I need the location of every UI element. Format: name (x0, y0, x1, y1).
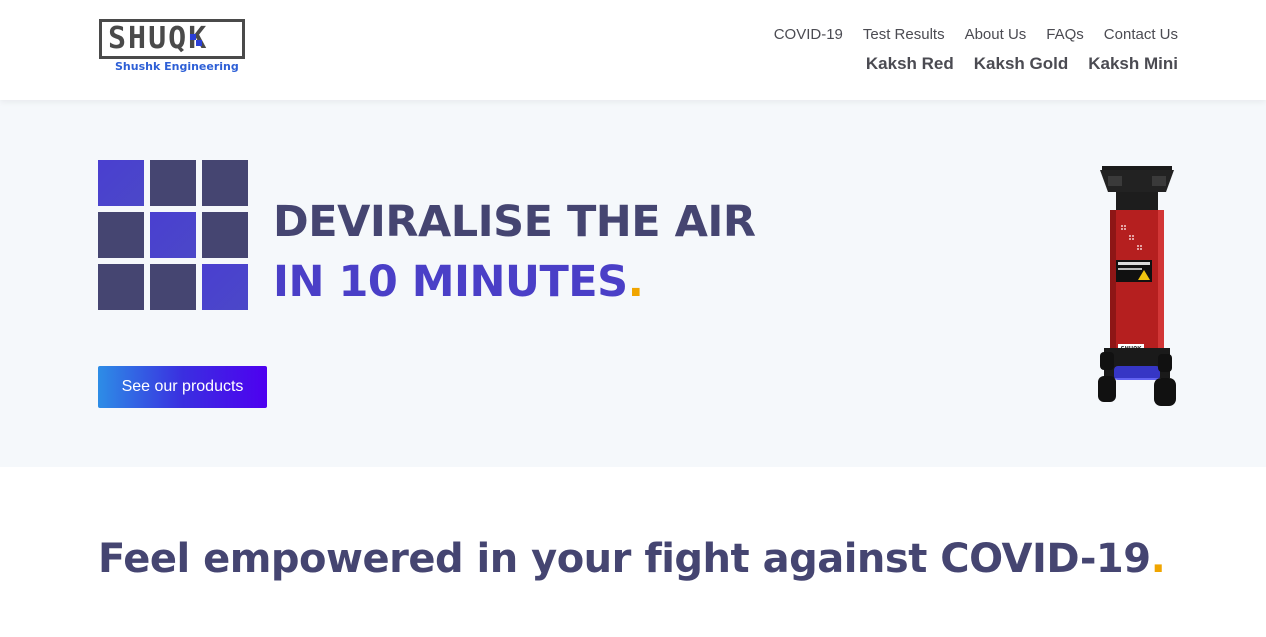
logo-frame: SHUQK (99, 19, 245, 59)
grid-logo-icon (98, 160, 248, 310)
grid-cell (202, 160, 248, 206)
grid-cell (150, 212, 196, 258)
logo-tagline: Shushk Engineering (115, 60, 239, 73)
section-heading-dot: . (1150, 536, 1166, 582)
see-products-button[interactable]: See our products (98, 366, 267, 408)
section-heading: Feel empowered in your fight against COV… (98, 536, 1166, 582)
air-purifier-device-image: SHUQK (1098, 166, 1176, 406)
logo[interactable]: SHUQK Shushk Engineering (99, 19, 247, 77)
product-nav: Kaksh Red Kaksh Gold Kaksh Mini (866, 54, 1178, 74)
nav-link-kaksh-red[interactable]: Kaksh Red (866, 54, 954, 74)
nav-link-kaksh-gold[interactable]: Kaksh Gold (974, 54, 1068, 74)
grid-cell (150, 160, 196, 206)
hero-headline-dot: . (627, 257, 644, 307)
hero-section: DEVIRALISE THE AIR IN 10 MINUTES. See ou… (0, 100, 1266, 467)
grid-cell (202, 212, 248, 258)
nav-link-faqs[interactable]: FAQs (1046, 26, 1084, 43)
grid-cell (150, 264, 196, 310)
hero-headline: DEVIRALISE THE AIR IN 10 MINUTES. (273, 192, 756, 312)
top-nav: COVID-19 Test Results About Us FAQs Cont… (774, 26, 1178, 43)
section-heading-text: Feel empowered in your fight against COV… (98, 536, 1151, 582)
nav-link-covid-19[interactable]: COVID-19 (774, 26, 843, 43)
nav-link-about-us[interactable]: About Us (965, 26, 1027, 43)
grid-cell (202, 264, 248, 310)
grid-cell (98, 160, 144, 206)
grid-cell (98, 264, 144, 310)
hero-headline-line1: DEVIRALISE THE AIR (273, 197, 756, 247)
hero-headline-line2-text: IN 10 MINUTES (273, 257, 628, 307)
grid-cell (98, 212, 144, 258)
logo-pixel (196, 40, 202, 46)
nav-link-contact-us[interactable]: Contact Us (1104, 26, 1178, 43)
site-header: SHUQK Shushk Engineering COVID-19 Test R… (0, 0, 1266, 100)
nav-link-kaksh-mini[interactable]: Kaksh Mini (1088, 54, 1178, 74)
nav-link-test-results[interactable]: Test Results (863, 26, 945, 43)
hero-headline-line2: IN 10 MINUTES. (273, 252, 756, 312)
